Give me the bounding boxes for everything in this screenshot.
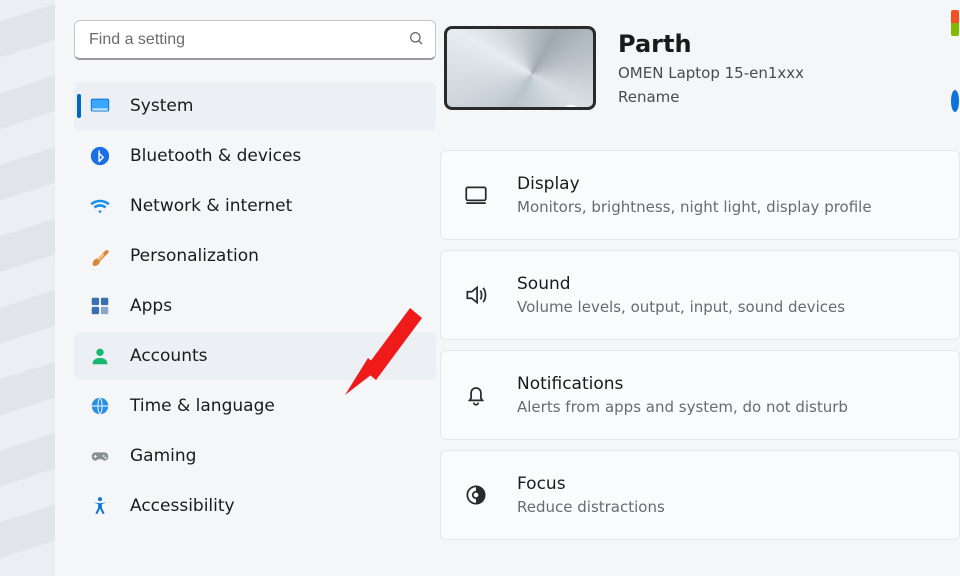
edge-decoration: [951, 90, 959, 112]
card-subtitle: Reduce distractions: [517, 498, 665, 516]
sidebar-item-apps[interactable]: Apps: [74, 282, 436, 330]
person-icon: [88, 344, 112, 368]
sidebar-item-label: Accessibility: [130, 496, 235, 516]
bell-icon: [461, 382, 491, 408]
sidebar-item-label: System: [130, 96, 193, 116]
bluetooth-icon: [88, 144, 112, 168]
card-subtitle: Alerts from apps and system, do not dist…: [517, 398, 848, 416]
settings-sidebar: System Bluetooth & devices Network & int…: [0, 0, 440, 576]
focus-icon: [461, 482, 491, 508]
sidebar-item-bluetooth[interactable]: Bluetooth & devices: [74, 132, 436, 180]
sound-icon: [461, 282, 491, 308]
sidebar-item-time-language[interactable]: Time & language: [74, 382, 436, 430]
settings-main: Parth OMEN Laptop 15-en1xxx Rename Displ…: [440, 0, 960, 576]
accessibility-icon: [88, 494, 112, 518]
card-focus[interactable]: Focus Reduce distractions: [440, 450, 960, 540]
search-input[interactable]: [74, 20, 436, 60]
edge-decoration: [951, 10, 959, 36]
pc-info: Parth OMEN Laptop 15-en1xxx Rename: [618, 30, 804, 106]
search-icon: [408, 30, 424, 50]
search-wrap: [74, 20, 436, 60]
sidebar-item-label: Gaming: [130, 446, 196, 466]
sidebar-item-accounts[interactable]: Accounts: [74, 332, 436, 380]
globe-clock-icon: [88, 394, 112, 418]
card-title: Focus: [517, 474, 665, 494]
system-icon: [88, 94, 112, 118]
card-title: Display: [517, 174, 872, 194]
pc-header: Parth OMEN Laptop 15-en1xxx Rename: [440, 26, 960, 110]
pc-rename-link[interactable]: Rename: [618, 88, 804, 106]
sidebar-item-personalization[interactable]: Personalization: [74, 232, 436, 280]
sidebar-item-label: Personalization: [130, 246, 259, 266]
sidebar-item-accessibility[interactable]: Accessibility: [74, 482, 436, 530]
card-subtitle: Monitors, brightness, night light, displ…: [517, 198, 872, 216]
pc-model: OMEN Laptop 15-en1xxx: [618, 64, 804, 82]
sidebar-item-network[interactable]: Network & internet: [74, 182, 436, 230]
card-subtitle: Volume levels, output, input, sound devi…: [517, 298, 845, 316]
sidebar-item-system[interactable]: System: [74, 82, 436, 130]
card-notifications[interactable]: Notifications Alerts from apps and syste…: [440, 350, 960, 440]
sidebar-item-label: Network & internet: [130, 196, 292, 216]
wifi-icon: [88, 194, 112, 218]
card-sound[interactable]: Sound Volume levels, output, input, soun…: [440, 250, 960, 340]
sidebar-item-label: Apps: [130, 296, 172, 316]
gamepad-icon: [88, 444, 112, 468]
card-title: Sound: [517, 274, 845, 294]
sidebar-item-label: Time & language: [130, 396, 275, 416]
sidebar-nav: System Bluetooth & devices Network & int…: [74, 82, 436, 530]
settings-cards: Display Monitors, brightness, night ligh…: [440, 150, 960, 540]
card-display[interactable]: Display Monitors, brightness, night ligh…: [440, 150, 960, 240]
sidebar-item-gaming[interactable]: Gaming: [74, 432, 436, 480]
apps-icon: [88, 294, 112, 318]
pc-name: Parth: [618, 30, 804, 58]
paintbrush-icon: [88, 244, 112, 268]
sidebar-item-label: Bluetooth & devices: [130, 146, 301, 166]
sidebar-item-label: Accounts: [130, 346, 208, 366]
pc-thumbnail: [444, 26, 596, 110]
card-title: Notifications: [517, 374, 848, 394]
display-icon: [461, 182, 491, 208]
